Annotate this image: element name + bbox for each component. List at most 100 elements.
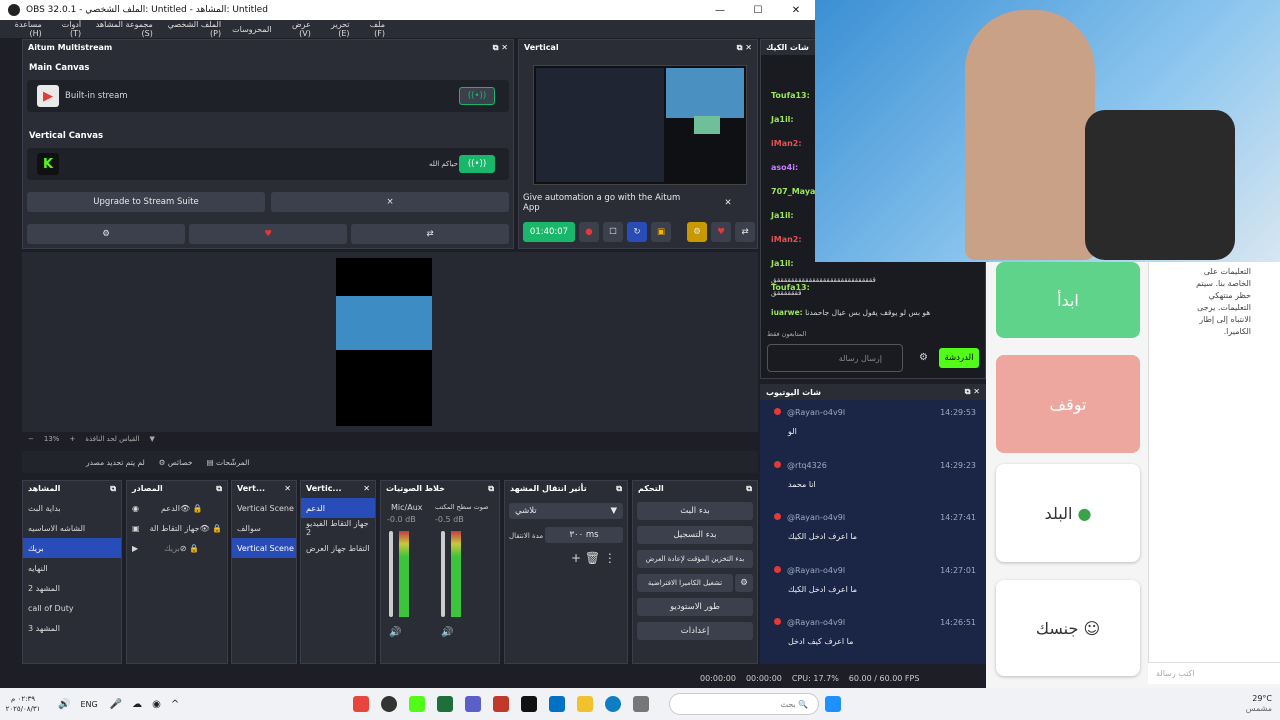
zoom-in-button[interactable]: + bbox=[69, 435, 75, 443]
yt-message: @Rayan-o4v9l 14:26:51 ما اعرف كيف ادخل bbox=[760, 610, 986, 663]
duration-input[interactable]: ٣٠٠ ms bbox=[545, 527, 623, 543]
scene-item[interactable]: المشهد 2 bbox=[23, 578, 121, 598]
source-item[interactable]: ◉ الدعم 👁 🔒 bbox=[127, 498, 227, 518]
teams-icon[interactable] bbox=[465, 696, 482, 712]
windows-start-icon[interactable] bbox=[825, 696, 842, 712]
source-item[interactable]: ▣ جهاز التقاط الة 👁 🔒 bbox=[127, 518, 227, 538]
folder-icon[interactable] bbox=[577, 696, 594, 712]
taskbar-search[interactable]: بحث 🔍 bbox=[669, 693, 820, 715]
replay-buffer-button[interactable]: بدء التخزين المؤقت لإعادة العرض bbox=[637, 550, 753, 568]
close-promo-icon[interactable]: ✕ bbox=[701, 194, 755, 212]
vert-source-item[interactable]: جهاز التقاط الفيديو 2 bbox=[301, 518, 375, 538]
close-window-button[interactable]: ✕ bbox=[777, 0, 815, 20]
country-button[interactable]: البلد ● bbox=[996, 464, 1140, 562]
volume-icon[interactable]: 🔊 bbox=[58, 699, 70, 710]
vert-scene-item-selected[interactable]: Vertical Scene bbox=[232, 538, 296, 558]
stream-toggle-button[interactable]: ((•)) bbox=[459, 87, 495, 105]
desktop-mute-icon[interactable]: 🔊 bbox=[441, 627, 453, 638]
scene-item-selected[interactable]: بريك bbox=[23, 538, 121, 558]
mic-volume-slider[interactable] bbox=[389, 531, 393, 617]
properties-button[interactable]: ⚙ خصائص bbox=[159, 458, 193, 467]
record-icon[interactable]: ● bbox=[579, 222, 599, 242]
kick-taskbar-icon[interactable] bbox=[409, 696, 426, 712]
vertical-stream-toggle-button[interactable]: ((•)) bbox=[459, 155, 495, 173]
side-chat-input[interactable]: اكتب رسالة bbox=[1148, 662, 1280, 684]
language-indicator[interactable]: ENG bbox=[80, 700, 97, 709]
maximize-button[interactable]: ☐ bbox=[739, 0, 777, 20]
mic-mute-icon[interactable]: 🔊 bbox=[389, 627, 401, 638]
scale-dropdown-icon[interactable]: ▼ bbox=[150, 435, 155, 443]
gender-button[interactable]: جنسك ☺ bbox=[996, 580, 1140, 676]
game-icon[interactable] bbox=[493, 696, 510, 712]
send-chat-button[interactable]: الدردشة bbox=[939, 348, 979, 368]
chevron-up-icon[interactable]: ^ bbox=[171, 699, 179, 710]
source-item[interactable]: ▶ بريك ⊘ 🔒 bbox=[127, 538, 227, 558]
vert-source-item[interactable]: التقاط جهاز العرض bbox=[301, 538, 375, 558]
filters-button[interactable]: ▤ المرشّحات bbox=[207, 458, 250, 467]
vertical-dock-close-icon[interactable]: ⧉ ✕ bbox=[737, 43, 752, 53]
vert-source-item[interactable]: الدعم bbox=[301, 498, 375, 518]
scene-item[interactable]: call of Duty bbox=[23, 598, 121, 618]
menu-view[interactable]: عرض (V) bbox=[283, 20, 311, 38]
dock-close-icon[interactable]: ⧉ ✕ bbox=[493, 43, 508, 53]
followers-only-label: المتابعون فقط bbox=[767, 330, 807, 338]
menu-file[interactable]: ملف (F) bbox=[361, 20, 385, 38]
tiktok-icon[interactable] bbox=[521, 696, 538, 712]
vertical-settings-icon[interactable]: ⚙ bbox=[687, 222, 707, 242]
transition-select[interactable]: تلاشي ▼ bbox=[509, 503, 623, 519]
replay-icon[interactable]: ↻ bbox=[627, 222, 647, 242]
start-recording-button[interactable]: بدء التسجيل bbox=[637, 526, 753, 544]
scene-item[interactable]: النهايه bbox=[23, 558, 121, 578]
menu-docks[interactable]: المحروسات bbox=[232, 25, 271, 34]
add-transition-icon[interactable]: + 🗑 ⋮ bbox=[571, 551, 616, 565]
mic-db: -0.0 dB bbox=[387, 515, 416, 524]
menu-tools[interactable]: أدوات (T) bbox=[53, 20, 81, 38]
vert-scene-item[interactable]: سوالف bbox=[232, 518, 296, 538]
app-icon[interactable] bbox=[633, 696, 650, 712]
network-icon[interactable]: ◉ bbox=[152, 699, 161, 710]
close-upgrade-button[interactable]: × bbox=[271, 192, 509, 212]
preview-area[interactable] bbox=[22, 252, 758, 432]
menu-scene-collection[interactable]: مجموعة المشاهد (S) bbox=[92, 20, 153, 38]
kick-chat-input[interactable]: إرسال رسالة bbox=[767, 344, 903, 372]
chat-settings-icon[interactable]: ⚙ bbox=[919, 352, 928, 363]
edge-icon[interactable] bbox=[605, 696, 622, 712]
weather[interactable]: 29°C مشمس bbox=[1246, 694, 1272, 714]
menu-help[interactable]: مساعدة (H) bbox=[6, 20, 42, 38]
virtual-camera-button[interactable]: تشغيل الكاميرا الافتراضية bbox=[637, 574, 733, 592]
menu-edit[interactable]: تحرير (E) bbox=[322, 20, 349, 38]
upgrade-button[interactable]: Upgrade to Stream Suite bbox=[27, 192, 265, 212]
scene-item[interactable]: بداية البث bbox=[23, 498, 121, 518]
camera-icon[interactable]: ▣ bbox=[651, 222, 671, 242]
chrome-icon[interactable] bbox=[353, 696, 370, 712]
vertical-share-icon[interactable]: ⇄ bbox=[735, 222, 755, 242]
preview-camera-image bbox=[336, 296, 432, 350]
stop-button[interactable]: توقف bbox=[996, 355, 1140, 453]
outlook-icon[interactable] bbox=[549, 696, 566, 712]
desktop-volume-slider[interactable] bbox=[441, 531, 445, 617]
virtual-camera-settings-icon[interactable]: ⚙ bbox=[735, 574, 753, 592]
cloud-icon[interactable]: ☁ bbox=[132, 699, 142, 710]
minimize-button[interactable]: — bbox=[701, 0, 739, 20]
youtube-chat-close-icon[interactable]: ⧉ ✕ bbox=[965, 387, 980, 397]
sources-title: المصادر bbox=[132, 484, 163, 493]
vert-scene-item[interactable]: Vertical Scene bbox=[232, 498, 296, 518]
vertical-heart-icon[interactable]: ♥ bbox=[711, 222, 731, 242]
stop-icon[interactable]: ☐ bbox=[603, 222, 623, 242]
studio-mode-button[interactable]: طور الاستوديو bbox=[637, 598, 753, 616]
scene-item[interactable]: المشهد 3 bbox=[23, 618, 121, 638]
nvidia-icon[interactable] bbox=[437, 696, 454, 712]
settings-gear-icon[interactable]: ⚙ bbox=[27, 224, 185, 244]
zoom-out-button[interactable]: − bbox=[28, 435, 34, 443]
menu-profile[interactable]: الملف الشخصي (P) bbox=[164, 20, 221, 38]
automation-promo[interactable]: Give automation a go with the Aitum App bbox=[523, 193, 697, 213]
scene-item[interactable]: الشاشه الاساسيه bbox=[23, 518, 121, 538]
start-button[interactable]: ابدأ bbox=[996, 262, 1140, 338]
mic-icon[interactable]: 🎤 bbox=[110, 699, 122, 710]
obs-taskbar-icon[interactable] bbox=[381, 696, 398, 712]
vertical-stream-timer[interactable]: 01:40:07 bbox=[523, 222, 575, 242]
start-streaming-button[interactable]: بدء البث bbox=[637, 502, 753, 520]
settings-button[interactable]: إعدادات bbox=[637, 622, 753, 640]
refresh-icon[interactable]: ⇄ bbox=[351, 224, 509, 244]
heart-icon[interactable]: ♥ bbox=[189, 224, 347, 244]
